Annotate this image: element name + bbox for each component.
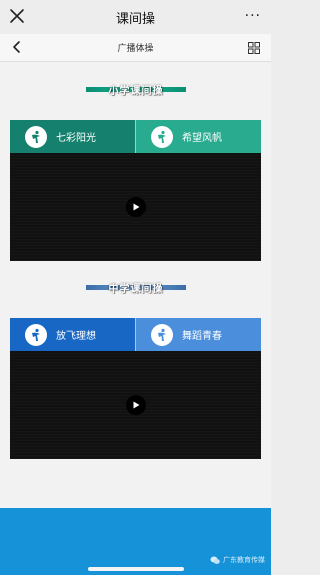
tab-label: 舞蹈青春 <box>182 331 222 342</box>
more-icon[interactable]: ··· <box>245 9 261 23</box>
dancer-logo-icon <box>25 125 47 148</box>
watermark-text: 广东教育传媒 <box>223 556 265 564</box>
section-title: 小学课间操 <box>108 85 164 97</box>
window-title: 课间操 <box>115 11 155 27</box>
section-banner-primary: 小学课间操 <box>86 82 186 97</box>
tab-wudao-qingchun[interactable]: 舞蹈青春 <box>135 318 261 351</box>
video-player-middle[interactable] <box>10 351 261 459</box>
chevron-left-icon[interactable] <box>10 40 24 54</box>
grid-icon[interactable] <box>248 42 260 54</box>
tab-label: 希望风帆 <box>182 133 222 144</box>
tab-qicai-yangguang[interactable]: 七彩阳光 <box>10 120 135 153</box>
play-icon[interactable] <box>126 395 146 415</box>
main-content: 小学课间操 七彩阳光 希望风帆 中学课间操 放飞理想 舞蹈青春 <box>0 62 271 508</box>
home-indicator[interactable] <box>88 567 184 571</box>
dancer-logo-icon <box>25 323 47 346</box>
footer-banner: 广东教育传媒 <box>0 508 271 575</box>
page-title: 广播体操 <box>117 44 154 54</box>
page-nav-bar: 广播体操 <box>0 34 271 62</box>
section-banner-middle: 中学课间操 <box>86 280 186 295</box>
tab-fangfei-lixiang[interactable]: 放飞理想 <box>10 318 135 351</box>
video-tabs-primary: 七彩阳光 希望风帆 <box>10 120 261 153</box>
play-icon[interactable] <box>126 197 146 217</box>
wechat-icon <box>210 556 220 564</box>
close-icon[interactable] <box>8 7 26 25</box>
tab-label: 七彩阳光 <box>56 133 96 144</box>
dancer-logo-icon <box>151 125 173 148</box>
section-title: 中学课间操 <box>108 283 164 295</box>
dancer-logo-icon <box>151 323 173 346</box>
tab-label: 放飞理想 <box>56 331 96 342</box>
video-tabs-middle: 放飞理想 舞蹈青春 <box>10 318 261 351</box>
video-player-primary[interactable] <box>10 153 261 261</box>
tab-xiwang-fengfan[interactable]: 希望风帆 <box>135 120 261 153</box>
watermark: 广东教育传媒 <box>210 555 265 565</box>
window-title-bar: 课间操 ··· <box>0 0 271 34</box>
